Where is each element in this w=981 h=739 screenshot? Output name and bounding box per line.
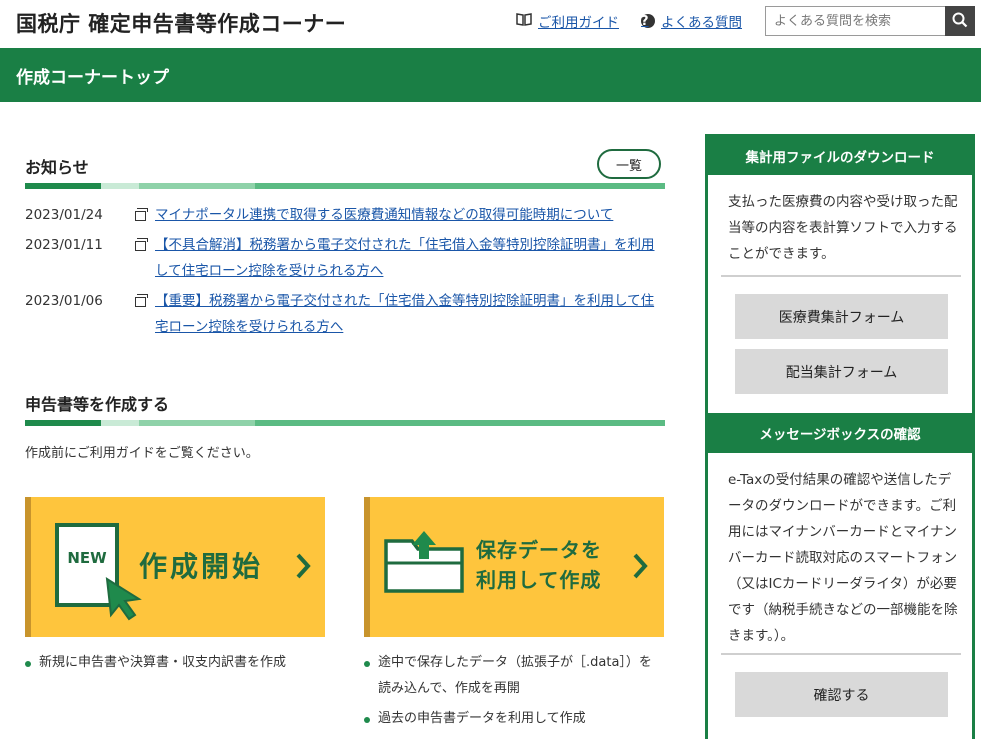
book-icon	[516, 12, 532, 30]
new-document-icon: NEW	[49, 521, 145, 625]
search-input[interactable]	[765, 6, 946, 36]
use-saved-data-label-line1: 保存データを	[476, 538, 602, 562]
faq-link-label[interactable]: よくある質問	[661, 11, 742, 31]
messagebox-heading: メッセージボックスの確認	[708, 413, 972, 453]
download-text: 支払った医療費の内容や受け取った配当等の内容を表計算ソフトで入力することができま…	[728, 194, 958, 262]
faq-link[interactable]: ? よくある質問	[641, 11, 742, 31]
chevron-right-icon	[632, 551, 648, 585]
notice-link[interactable]: 【不具合解消】税務署から電子交付された「住宅借入金等特別控除証明書」を利用して住…	[155, 232, 655, 284]
search-button[interactable]	[945, 6, 975, 36]
document-icon	[135, 208, 148, 221]
search-icon	[952, 12, 968, 31]
document-icon	[135, 238, 148, 251]
download-heading: 集計用ファイルのダウンロード	[708, 137, 972, 175]
question-icon: ?	[641, 14, 655, 29]
start-new-note: 新規に申告書や決算書・収支内訳書を作成	[25, 650, 325, 676]
messagebox-text: e-Taxの受付結果の確認や送信したデータのダウンロードができます。ご利用にはマ…	[728, 472, 958, 644]
saved-data-note-2: 過去の申告書データを利用して作成	[364, 706, 664, 732]
guide-link-label[interactable]: ご利用ガイド	[538, 11, 619, 31]
create-description: 作成前にご利用ガイドをご覧ください。	[25, 446, 259, 461]
list-item: 2023/01/11 【不具合解消】税務署から電子交付された「住宅借入金等特別控…	[25, 232, 665, 284]
notice-link[interactable]: 【重要】税務署から電子交付された「住宅借入金等特別控除証明書」を利用して住宅ロー…	[155, 288, 655, 340]
document-icon	[135, 294, 148, 307]
list-item: 2023/01/24 マイナポータル連携で取得する医療費通知情報などの取得可能時…	[25, 202, 665, 228]
medical-form-button[interactable]: 医療費集計フォーム	[735, 294, 948, 339]
list-item: 2023/01/06 【重要】税務署から電子交付された「住宅借入金等特別控除証明…	[25, 288, 665, 340]
top-header: 国税庁 確定申告書等作成コーナー ご利用ガイド ? よくある質問	[0, 0, 981, 48]
start-new-label: 作成開始	[139, 550, 264, 583]
notices-heading: お知らせ	[25, 158, 89, 177]
create-divider	[25, 420, 665, 426]
create-heading: 申告書等を作成する	[25, 395, 170, 414]
site-title[interactable]: 国税庁 確定申告書等作成コーナー	[16, 8, 346, 38]
sidebar: 集計用ファイルのダウンロード 支払った医療費の内容や受け取った配当等の内容を表計…	[705, 134, 975, 739]
use-saved-data-label: 保存データを 利用して作成	[476, 535, 602, 595]
folder-upload-icon	[382, 527, 468, 603]
notice-date: 2023/01/06	[25, 293, 103, 309]
notice-date: 2023/01/11	[25, 237, 103, 253]
new-badge: NEW	[67, 549, 107, 567]
notices-list-button[interactable]: 一覧	[597, 149, 661, 179]
chevron-right-icon	[295, 551, 311, 585]
guide-link[interactable]: ご利用ガイド	[516, 11, 619, 31]
page-title: 作成コーナートップ	[16, 68, 169, 88]
sidebar-divider	[721, 653, 961, 655]
start-new-card[interactable]: NEW 作成開始	[25, 497, 325, 637]
use-saved-data-label-line2: 利用して作成	[476, 568, 602, 592]
notice-link[interactable]: マイナポータル連携で取得する医療費通知情報などの取得可能時期について	[155, 202, 655, 228]
sidebar-divider	[721, 275, 961, 277]
messagebox-confirm-button[interactable]: 確認する	[735, 672, 948, 717]
notice-date: 2023/01/24	[25, 207, 103, 223]
page-title-band: 作成コーナートップ	[0, 48, 981, 102]
dividend-form-button[interactable]: 配当集計フォーム	[735, 349, 948, 394]
use-saved-data-card[interactable]: 保存データを 利用して作成	[364, 497, 664, 637]
notices-divider	[25, 183, 665, 189]
saved-data-note-1: 途中で保存したデータ（拡張子が［.data］）を読み込んで、作成を再開	[364, 650, 664, 702]
